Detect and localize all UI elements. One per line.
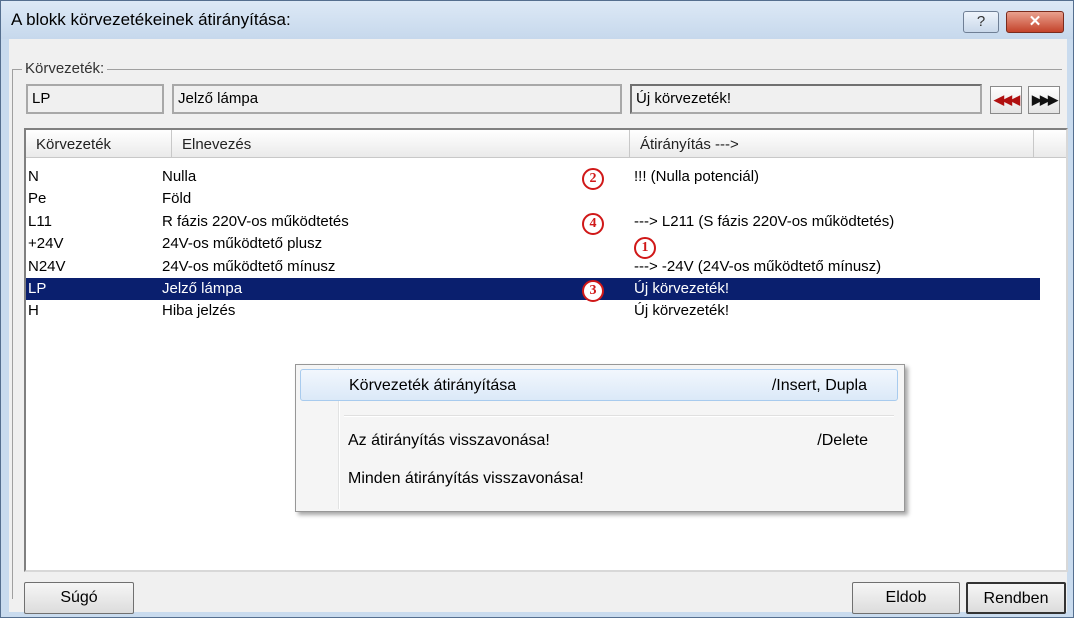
callout-number-icon: 4 — [582, 212, 604, 235]
help-button[interactable]: Súgó — [24, 582, 134, 614]
menu-item-shortcut: /Delete — [817, 432, 868, 449]
menu-separator — [344, 415, 894, 417]
row-code: +24V — [28, 235, 64, 253]
row-code: LP — [28, 280, 47, 297]
table-row[interactable]: H Hiba jelzés Új körvezeték! — [26, 300, 1040, 322]
row-target: Új körvezeték! — [634, 280, 730, 297]
column-header-empty — [1034, 130, 1066, 158]
row-name: Jelző lámpa — [162, 280, 243, 297]
context-menu: Körvezeték átirányítása /Insert, Dupla A… — [295, 364, 905, 512]
menu-item-redirect[interactable]: Körvezeték átirányítása /Insert, Dupla — [300, 369, 898, 401]
column-header-redirect[interactable]: Átirányítás ---> — [630, 130, 1034, 158]
table-row[interactable]: N Nulla !!! (Nulla potenciál) 2 — [26, 166, 1040, 190]
column-header-name[interactable]: Elnevezés — [172, 130, 630, 158]
row-name: Nulla — [162, 168, 197, 185]
menu-item-label: Minden átirányítás visszavonása! — [348, 470, 584, 487]
row-name: 24V-os működtető mínusz — [162, 257, 336, 275]
close-button[interactable]: ✕ — [1006, 11, 1064, 33]
table-row[interactable]: L11 R fázis 220V-os működtetés ---> L211 (… — [26, 211, 1040, 235]
row-name: R fázis 220V-os működtetés — [162, 212, 349, 230]
current-target-field[interactable]: Új körvezeték! — [630, 84, 982, 114]
group-frame-top — [12, 69, 1062, 70]
row-name: Föld — [162, 190, 192, 208]
help-icon: ? — [976, 13, 986, 30]
help-title-button[interactable]: ? — [963, 11, 999, 33]
menu-item-label: Az átirányítás visszavonása! — [348, 432, 550, 449]
ok-button[interactable]: Rendben — [966, 582, 1066, 614]
callout-number-icon: 2 — [582, 168, 604, 190]
window-title: A blokk körvezetékeinek átirányítása: — [11, 10, 291, 29]
column-header-code[interactable]: Körvezeték — [26, 130, 172, 158]
table-row[interactable]: N24V 24V-os működtető mínusz ---> -24V (24… — [26, 256, 1040, 278]
cancel-button[interactable]: Eldob — [852, 582, 960, 614]
row-target: Új körvezeték! — [634, 302, 730, 320]
table-row[interactable]: LP Jelző lámpa Új körvezeték! 3 — [26, 278, 1040, 302]
current-code-field: LP — [26, 84, 164, 114]
menu-item-undo-redirect[interactable]: Az átirányítás visszavonása! /Delete — [300, 425, 898, 457]
current-name-field: Jelző lámpa — [172, 84, 622, 114]
table-row[interactable]: +24V 24V-os működtető plusz 1 — [26, 233, 1040, 260]
row-target: ---> L211 (S fázis 220V-os működtetés) — [634, 212, 895, 230]
previous-button[interactable]: ◀◀◀ — [990, 86, 1022, 114]
rewind-icon: ◀◀◀ — [994, 92, 1020, 107]
close-icon: ✕ — [1028, 13, 1042, 30]
title-bar: A blokk körvezetékeinek átirányítása: ? … — [1, 1, 1073, 39]
next-button[interactable]: ▶▶▶ — [1028, 86, 1060, 114]
row-code: N — [28, 168, 39, 185]
menu-item-shortcut: /Insert, Dupla — [771, 377, 867, 394]
group-label: Körvezeték: — [22, 60, 108, 77]
group-frame-left — [12, 69, 13, 599]
menu-item-undo-all[interactable]: Minden átirányítás visszavonása! — [300, 463, 898, 495]
row-code: L11 — [28, 212, 52, 230]
row-target: ---> -24V (24V-os működtető mínusz) — [634, 257, 882, 275]
row-target: !!! (Nulla potenciál) — [634, 168, 760, 185]
row-name: 24V-os működtető plusz — [162, 235, 323, 253]
fast-forward-icon: ▶▶▶ — [1032, 92, 1058, 107]
callout-number-icon: 3 — [582, 280, 604, 302]
row-code: N24V — [28, 257, 66, 275]
row-name: Hiba jelzés — [162, 302, 236, 320]
row-code: Pe — [28, 190, 47, 208]
table-row[interactable]: Pe Föld — [26, 188, 1040, 210]
row-code: H — [28, 302, 39, 320]
menu-item-label: Körvezeték átirányítása — [349, 377, 517, 394]
